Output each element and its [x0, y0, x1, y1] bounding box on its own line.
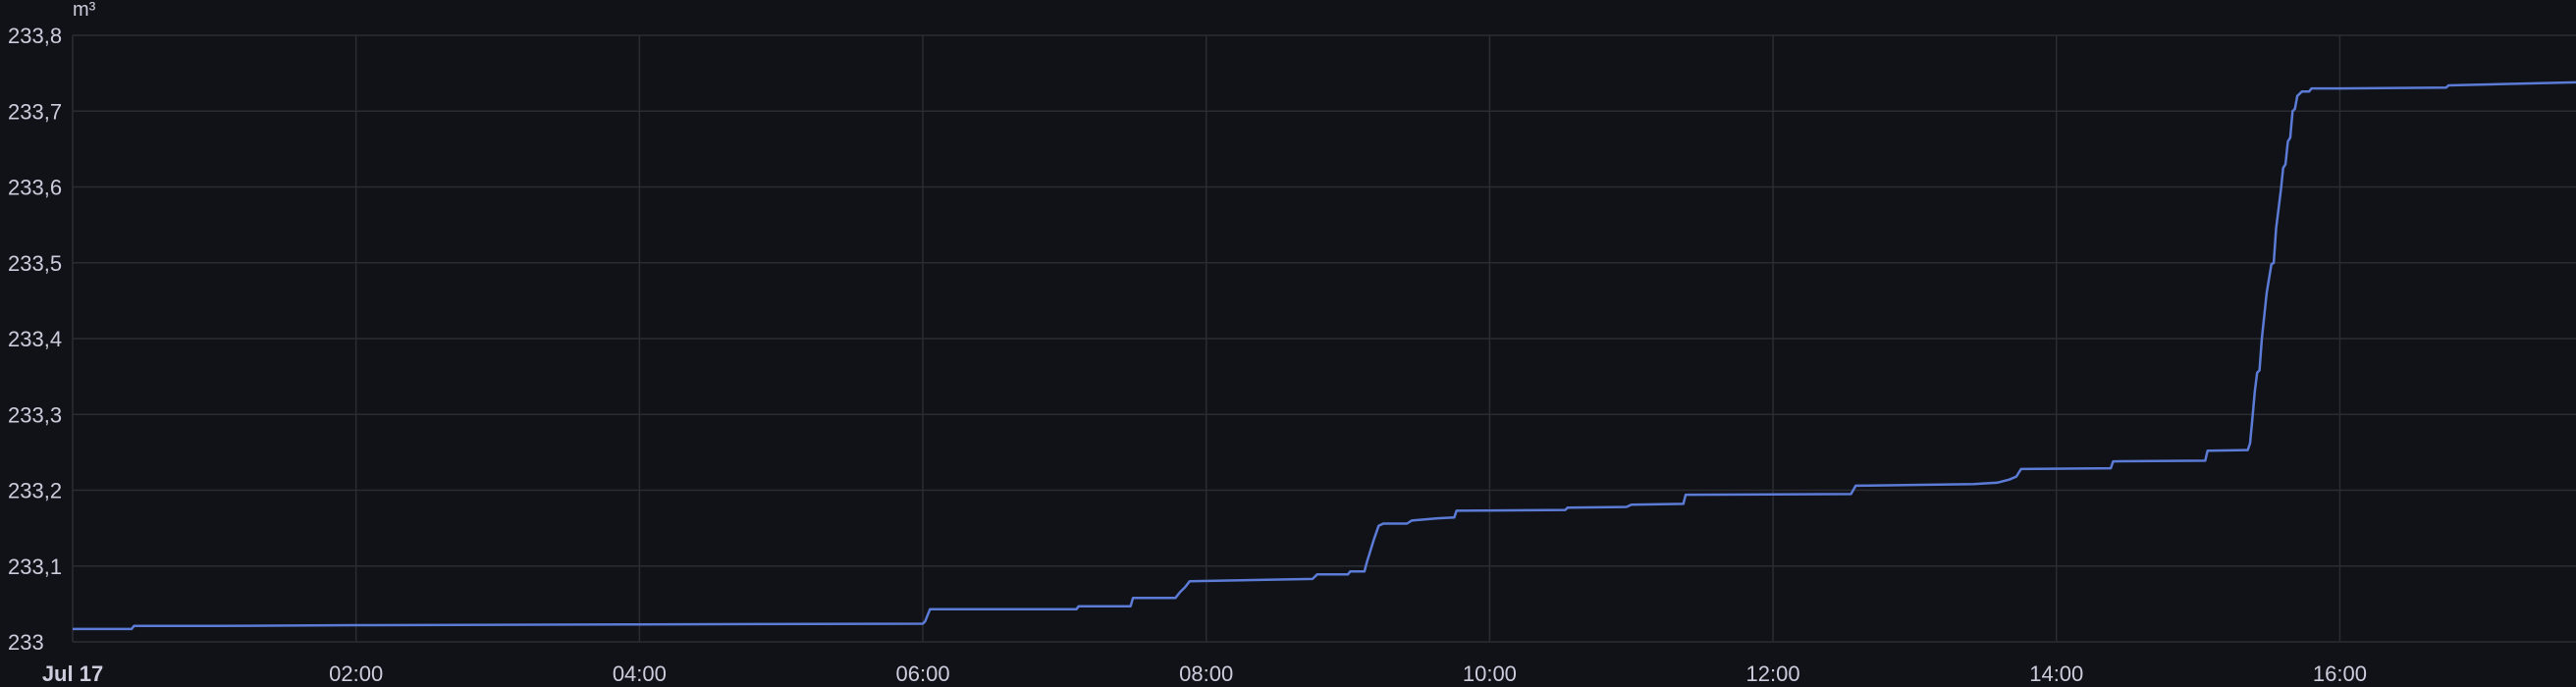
x-axis-ticks: Jul 17 02:00 04:00 06:00 08:00 10:00 12:00 14:0…	[42, 661, 2367, 686]
x-tick-label: 10:00	[1463, 661, 1517, 686]
x-tick-label: 02:00	[329, 661, 383, 686]
x-tick-label: 08:00	[1179, 661, 1233, 686]
series-line[interactable]	[73, 80, 2576, 631]
y-tick-label: 233,1	[8, 555, 62, 579]
y-tick-label: 233,8	[8, 24, 62, 48]
x-tick-label: 16:00	[2313, 661, 2367, 686]
y-tick-label: 233,5	[8, 251, 62, 276]
series-layer[interactable]	[73, 80, 2576, 631]
y-tick-label: 233,2	[8, 479, 62, 503]
y-tick-label: 233,3	[8, 402, 62, 427]
x-tick-label: 14:00	[2029, 661, 2083, 686]
x-tick-label: 12:00	[1746, 661, 1800, 686]
y-axis-ticks: 233 233,1 233,2 233,3 233,4 233,5 233,6 233,7 23…	[8, 24, 62, 655]
y-tick-label: 233,4	[8, 327, 62, 351]
x-tick-label: 04:00	[613, 661, 667, 686]
x-tick-label: 06:00	[896, 661, 950, 686]
y-tick-label: 233	[8, 630, 44, 655]
x-tick-label: Jul 17	[42, 661, 103, 686]
y-tick-label: 233,6	[8, 176, 62, 200]
line-chart: m³ 233 233,1 233,2 233,3 233,4 233,5 233,6 233,…	[8, 0, 2576, 686]
grid-lines	[72, 34, 2576, 643]
y-tick-label: 233,7	[8, 99, 62, 124]
y-axis-unit: m³	[73, 0, 96, 21]
